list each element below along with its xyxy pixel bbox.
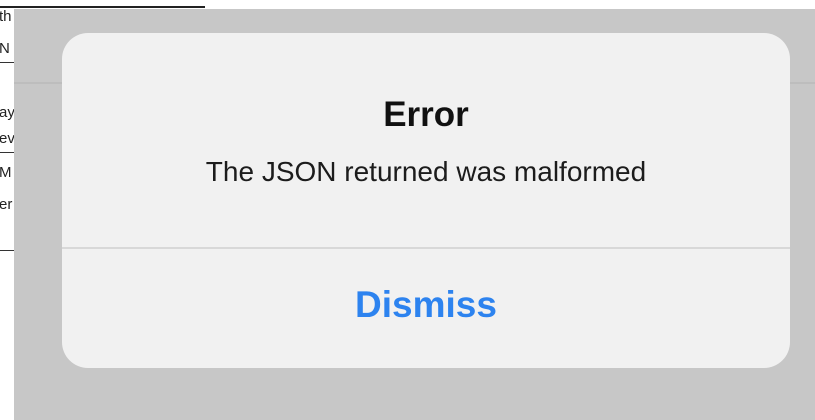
background-text-fragment: N — [0, 40, 10, 57]
background-underline — [0, 62, 14, 63]
background-text-fragment: M — [0, 164, 12, 181]
background-text-fragment: ay — [0, 104, 15, 121]
alert-title: Error — [383, 95, 469, 134]
dismiss-button-label: Dismiss — [355, 284, 497, 325]
background-text-fragment: er — [0, 196, 13, 213]
background-text-fragment: ev — [0, 130, 15, 147]
background-text-fragment: th — [0, 8, 12, 25]
error-alert-dialog: Error The JSON returned was malformed Di… — [62, 33, 790, 368]
dismiss-button[interactable]: Dismiss — [62, 249, 790, 368]
screen: th N ay ev M er Error The JSON returned … — [0, 0, 815, 420]
alert-content: Error The JSON returned was malformed — [62, 33, 790, 247]
alert-message: The JSON returned was malformed — [205, 156, 647, 187]
background-underline — [0, 250, 14, 251]
background-underline — [0, 152, 14, 153]
background-top-rule — [0, 6, 205, 8]
